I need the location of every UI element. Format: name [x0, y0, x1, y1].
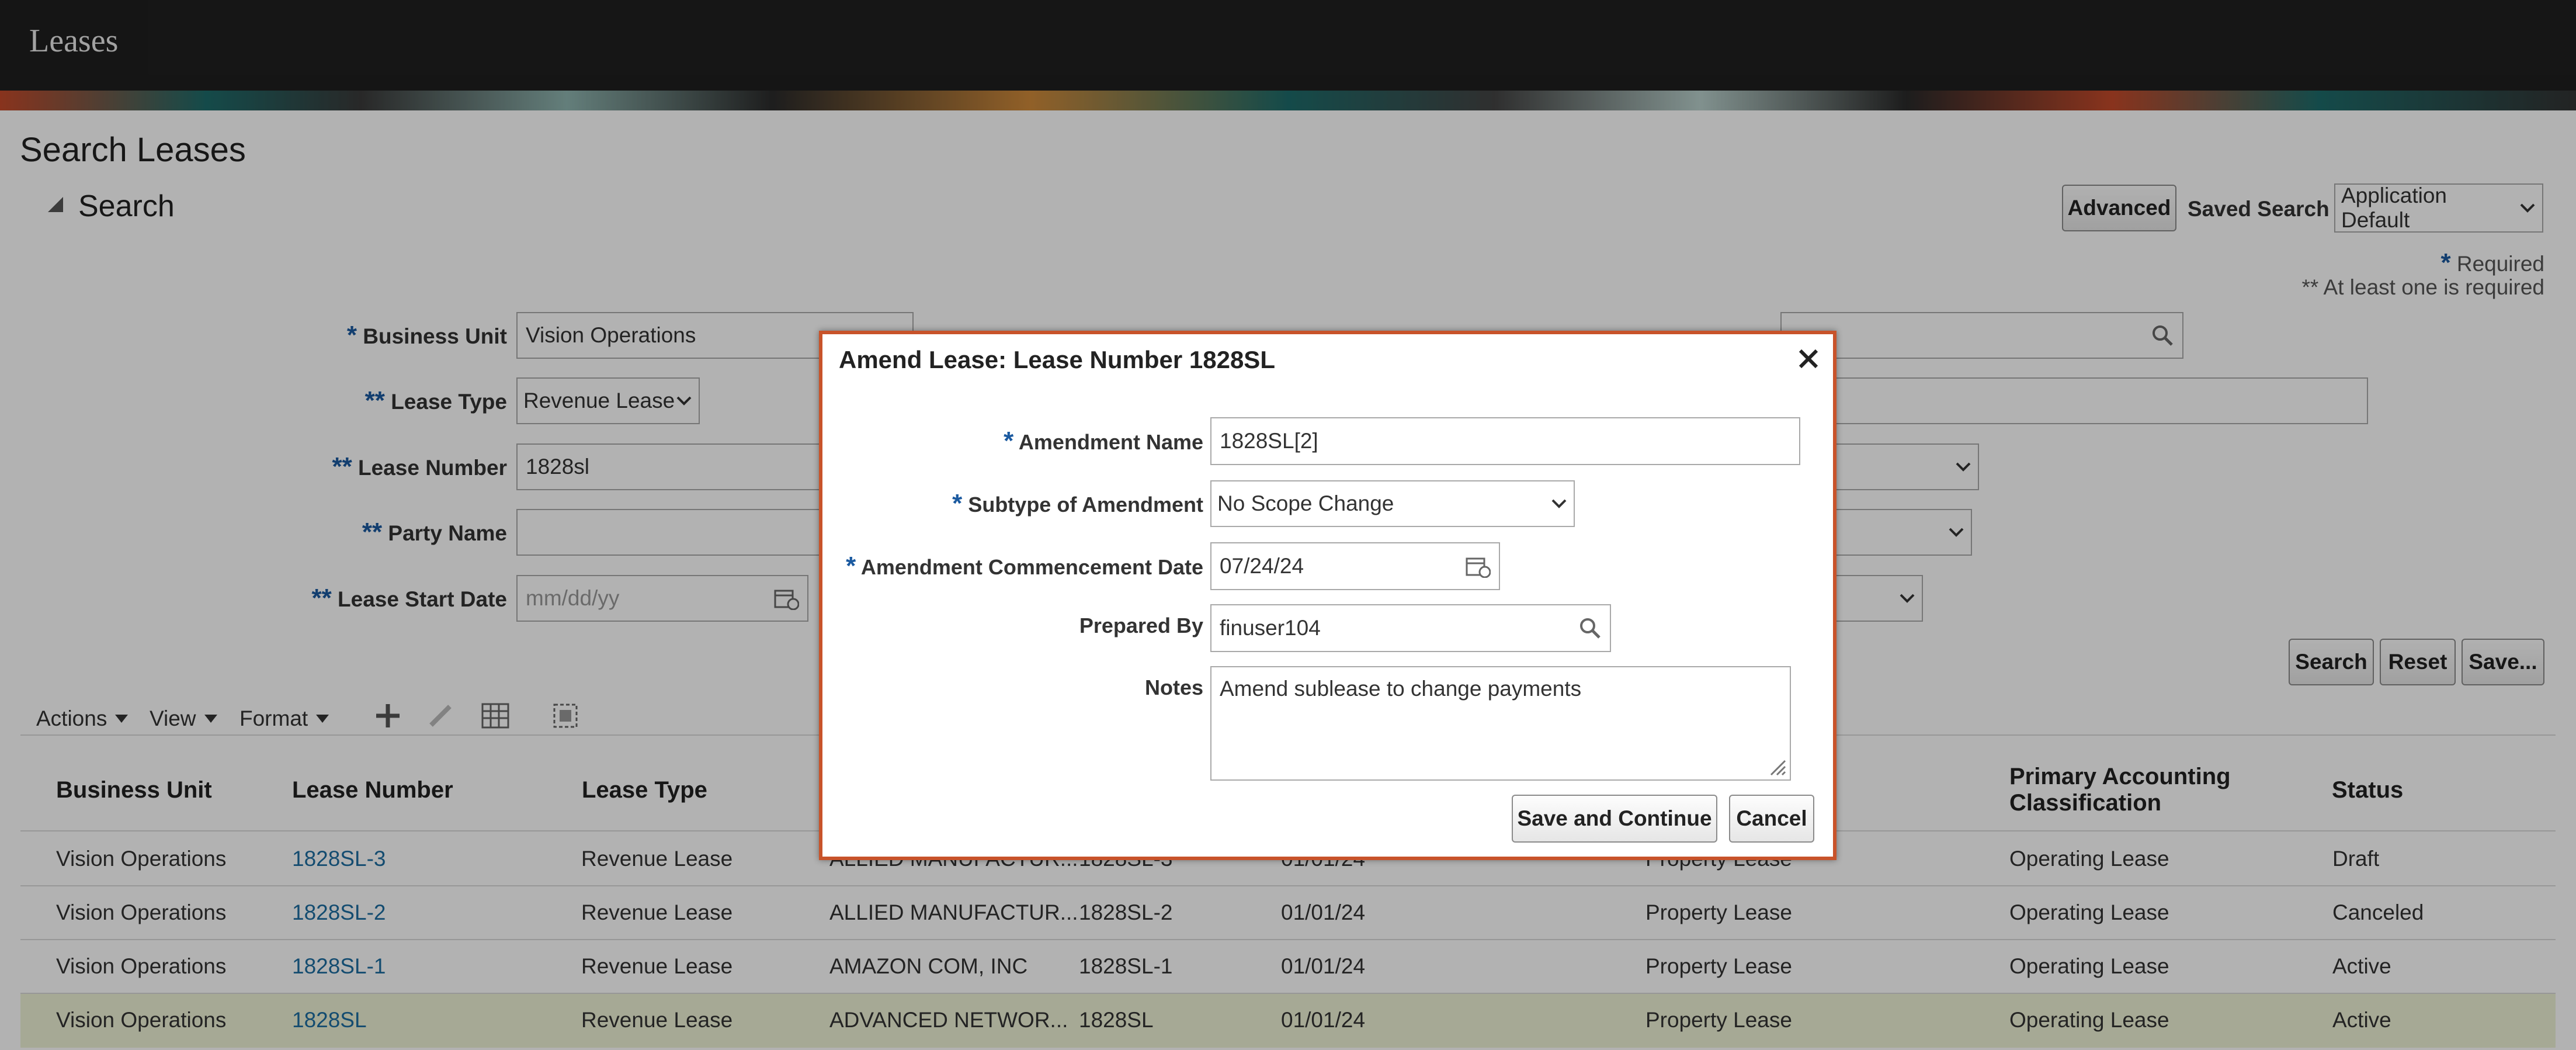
- subtype-label: * Subtype of Amendment: [952, 489, 1203, 518]
- notes-textarea[interactable]: Amend sublease to change payments: [1210, 666, 1791, 781]
- cancel-button[interactable]: Cancel: [1729, 795, 1814, 843]
- dialog-title: Amend Lease: Lease Number 1828SL: [839, 346, 1275, 373]
- commencement-date-label: * Amendment Commencement Date: [846, 552, 1203, 580]
- subtype-select[interactable]: No Scope Change: [1210, 480, 1575, 527]
- amendment-name-input[interactable]: 1828SL[2]: [1210, 417, 1800, 465]
- search-icon[interactable]: [1578, 616, 1602, 640]
- save-and-continue-button[interactable]: Save and Continue: [1512, 795, 1717, 843]
- amendment-name-label: * Amendment Name: [1004, 427, 1203, 455]
- subtype-value: No Scope Change: [1217, 491, 1394, 515]
- resize-handle-icon[interactable]: [1768, 757, 1787, 777]
- prepared-by-input[interactable]: finuser104: [1210, 604, 1611, 652]
- chevron-down-icon: [1550, 497, 1568, 510]
- prepared-by-value: finuser104: [1220, 616, 1321, 640]
- close-icon[interactable]: [1797, 347, 1820, 370]
- notes-value: Amend sublease to change payments: [1220, 677, 1582, 701]
- notes-label: Notes: [1144, 675, 1203, 699]
- calendar-icon[interactable]: [1465, 555, 1491, 578]
- commencement-date-input[interactable]: 07/24/24: [1210, 542, 1500, 590]
- amend-lease-dialog: Amend Lease: Lease Number 1828SL * Amend…: [819, 331, 1836, 860]
- commencement-date-value: 07/24/24: [1220, 554, 1304, 578]
- prepared-by-label: Prepared By: [1079, 614, 1203, 637]
